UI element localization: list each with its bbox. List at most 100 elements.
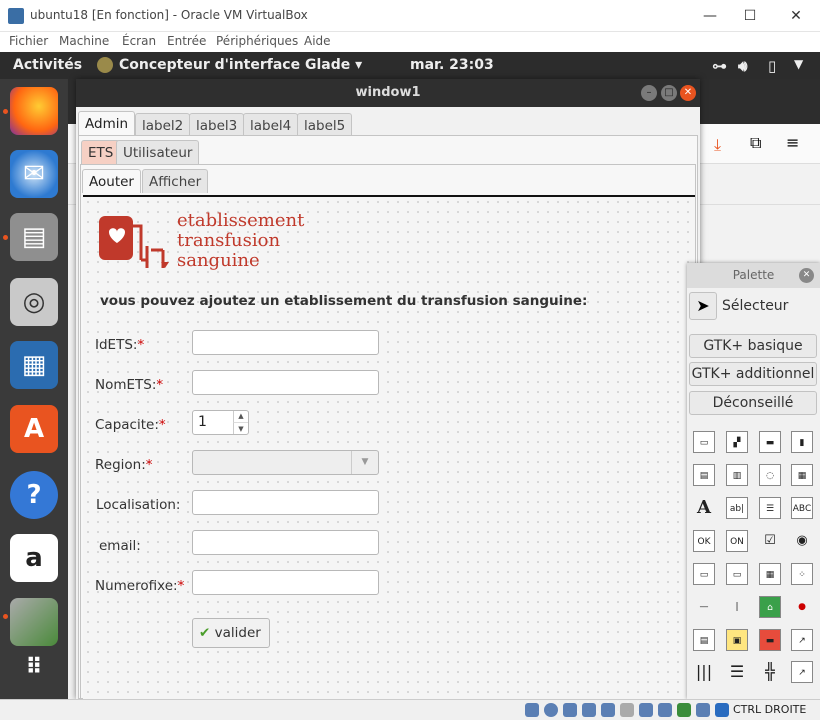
volume-icon[interactable]: 🔊︎ [738,57,747,75]
box-widget-icon[interactable]: ▤ [693,629,715,651]
label-widget-icon[interactable]: A [693,497,715,519]
download-icon[interactable]: ⤓ [714,135,721,155]
display-icon[interactable] [639,703,653,717]
hamburger-menu-icon[interactable]: ≡ [786,133,799,152]
tab-label5[interactable]: label5 [297,113,353,135]
battery-icon[interactable]: ▯ [768,57,776,75]
close-icon[interactable]: ✕ [776,6,816,26]
thunderbird-icon[interactable]: ✉ [10,150,58,198]
radio-widget-icon[interactable]: ◉ [791,530,813,552]
file-dialog-icon[interactable]: ▦ [791,464,813,486]
mouse-integration-icon[interactable] [696,703,710,717]
calendar-widget-icon[interactable]: ▦ [759,563,781,585]
menu-peripheriques[interactable]: Périphériques [216,34,298,48]
maximize-icon[interactable]: ☐ [730,6,770,26]
paned-widget-icon[interactable]: ↗ [791,661,813,683]
firefox-icon[interactable] [10,87,58,135]
writer-icon[interactable]: ▦ [10,341,58,389]
amazon-icon[interactable]: a [10,534,58,582]
grid-widget-icon[interactable]: ⁘ [791,563,813,585]
spin-up-icon[interactable]: ▲ [233,411,248,422]
shared-folders-icon[interactable] [620,703,634,717]
region-dropdown-chevron-icon[interactable]: ▼ [351,451,378,474]
valider-button[interactable]: ✔ valider [192,618,270,648]
extensions-icon[interactable]: ⧉ [750,133,761,153]
window-widget-icon[interactable]: ▭ [693,431,715,453]
software-icon[interactable]: A [10,405,58,453]
message-dialog-icon[interactable]: ▤ [693,464,715,486]
spin-widget-icon[interactable]: ▭ [693,563,715,585]
group-gtk-basique[interactable]: GTK+ basique [689,334,817,358]
harddisk-icon[interactable] [525,703,539,717]
notebook-widget-icon[interactable]: ▬ [759,629,781,651]
cpu-icon[interactable] [677,703,691,717]
offscreen-widget-icon[interactable]: ▞ [726,431,748,453]
audio-icon[interactable] [563,703,577,717]
about-dialog-icon[interactable]: ▥ [726,464,748,486]
menu-entree[interactable]: Entrée [167,34,206,48]
localisation-input[interactable] [192,490,379,515]
frame-widget-icon[interactable]: ▣ [726,629,748,651]
region-combobox[interactable]: ▼ [192,450,379,475]
tab-afficher[interactable]: Afficher [142,169,209,193]
group-gtk-additionnel[interactable]: GTK+ additionnel [689,362,817,386]
vbox-widget-icon[interactable]: ☰ [726,661,748,683]
list-widget-icon[interactable]: ☰ [759,497,781,519]
selector-arrow-icon[interactable]: ➤ [689,292,717,320]
activities-button[interactable]: Activités [13,57,82,73]
checkbox-widget-icon[interactable]: ☑ [759,530,781,552]
dialog-widget-icon[interactable]: ▬ [759,431,781,453]
spin-down-icon[interactable]: ▼ [233,422,248,434]
help-icon[interactable]: ? [10,471,58,519]
app-grid-icon[interactable]: ⠿ [10,644,58,692]
color-dialog-icon[interactable]: ◌ [759,464,781,486]
minimize-icon[interactable]: — [690,6,730,26]
network-adapter-icon[interactable] [582,703,596,717]
expander-widget-icon[interactable]: ↗ [791,629,813,651]
drawing-widget-icon[interactable]: ● [791,596,813,618]
table-widget-icon[interactable]: ╬ [759,661,781,683]
system-menu-chevron-icon[interactable]: ▼ [794,57,803,71]
optical-drive-icon[interactable] [544,703,558,717]
image-widget-icon[interactable]: ⌂ [759,596,781,618]
capture-icon[interactable] [658,703,672,717]
menu-fichier[interactable]: Fichier [9,34,48,48]
window-close-icon[interactable]: ✕ [680,85,696,101]
idets-input[interactable] [192,330,379,355]
app-menu[interactable]: Concepteur d'interface Glade ▾ [119,57,362,73]
capacite-spinbutton[interactable]: 1 ▲ ▼ [192,410,249,435]
usb-icon[interactable] [601,703,615,717]
separator-widget-icon[interactable]: — [693,596,715,618]
clock[interactable]: mar. 23:03 [410,57,494,73]
tab-ets[interactable]: ETS [81,140,121,164]
tab-utilisateur[interactable]: Utilisateur [116,140,200,164]
tab-label2[interactable]: label2 [135,113,191,135]
combo-widget-icon[interactable]: ▭ [726,563,748,585]
email-input[interactable] [192,530,379,555]
window-minimize-icon[interactable]: – [641,85,657,101]
menu-machine[interactable]: Machine [59,34,109,48]
tab-label3[interactable]: label3 [189,113,245,135]
menu-aide[interactable]: Aide [304,34,331,48]
entry-widget-icon[interactable]: ab| [726,497,748,519]
button-widget-icon[interactable]: OK [693,530,715,552]
network-icon[interactable]: ⊶ [712,57,727,75]
tab-label4[interactable]: label4 [243,113,299,135]
tab-aouter[interactable]: Aouter [82,169,141,193]
glade-icon[interactable] [10,598,58,646]
hbox-widget-icon[interactable]: ||| [693,661,715,683]
rhythmbox-icon[interactable]: ◎ [10,278,58,326]
group-deconseille[interactable]: Déconseillé [689,391,817,415]
vseparator-widget-icon[interactable]: | [726,596,748,618]
window-maximize-icon[interactable]: □ [661,85,677,101]
numerofixe-input[interactable] [192,570,379,595]
menu-ecran[interactable]: Écran [122,34,156,48]
files-icon[interactable]: ▤ [10,213,58,261]
assistant-widget-icon[interactable]: ▮ [791,431,813,453]
textview-widget-icon[interactable]: ABC [791,497,813,519]
tab-admin[interactable]: Admin [78,111,136,135]
toggle-button-icon[interactable]: ON [726,530,748,552]
keyboard-capture-icon[interactable] [715,703,729,717]
palette-close-icon[interactable]: ✕ [799,268,814,283]
nomets-input[interactable] [192,370,379,395]
